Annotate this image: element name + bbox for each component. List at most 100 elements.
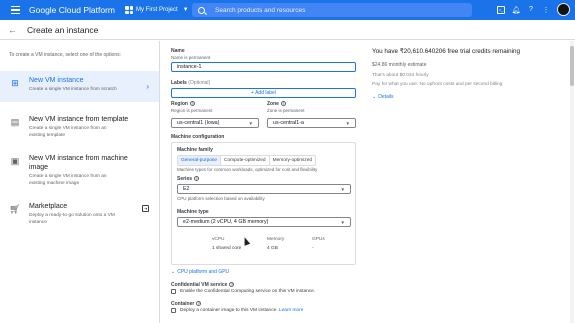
option-desc: Deploy a ready-to-go solution onto a VM … bbox=[29, 213, 115, 225]
expand-icon: ⌄ bbox=[171, 269, 176, 275]
region-select[interactable]: us-central1 (Iowa) ▼ bbox=[171, 118, 259, 128]
family-tabs: General-purpose Compute-optimized Memory… bbox=[177, 155, 317, 166]
confidential-text: Enable the Confidential Computing servic… bbox=[180, 289, 316, 294]
add-label-button[interactable]: + Add label bbox=[171, 88, 356, 98]
project-selector[interactable]: My First Project ▼ bbox=[125, 6, 189, 14]
name-label: Name bbox=[171, 48, 185, 54]
back-arrow-icon[interactable]: ← bbox=[8, 25, 17, 35]
family-desc: Machine types for common workloads, opti… bbox=[177, 167, 318, 172]
zone-sub: Zone is permanent bbox=[267, 108, 305, 113]
top-bar: Google Cloud Platform My First Project ▼… bbox=[0, 0, 575, 20]
cart-icon: 🛒︎ bbox=[9, 203, 21, 214]
template-icon: ▤ bbox=[10, 116, 20, 127]
series-desc: CPU platform selection based on availabi… bbox=[177, 196, 265, 201]
dropdown-arrow-icon: ▼ bbox=[248, 120, 253, 126]
name-value: instance-1 bbox=[177, 64, 202, 70]
instance-form: Name Name is permanent instance-1 Labels… bbox=[161, 41, 361, 323]
cost-summary: You have ₹20,610.640206 free trial credi… bbox=[372, 41, 567, 100]
machine-config-label: Machine configuration bbox=[171, 134, 225, 140]
zone-select[interactable]: us-central1-a ▼ bbox=[267, 118, 356, 128]
brand-title[interactable]: Google Cloud Platform bbox=[29, 5, 115, 15]
confidential-checkbox[interactable] bbox=[171, 289, 176, 294]
help-icon[interactable]: ? bbox=[189, 101, 195, 107]
credit-remaining: You have ₹20,610.640206 free trial credi… bbox=[372, 48, 520, 55]
container-text: Deploy a container image to this VM inst… bbox=[180, 308, 304, 313]
machine-type-select[interactable]: e2-medium (2 vCPU, 4 GB memory) ▼ bbox=[177, 217, 351, 227]
project-name: My First Project bbox=[136, 7, 178, 13]
spec-value-gpus: - bbox=[312, 246, 314, 251]
option-from-machine-image[interactable]: ▣ New VM instance from machine image Cre… bbox=[0, 149, 159, 192]
search-bar[interactable] bbox=[192, 3, 472, 17]
machine-config-box: Machine family General-purpose Compute-o… bbox=[171, 142, 356, 265]
menu-icon[interactable] bbox=[5, 0, 25, 20]
zone-value: us-central1-a bbox=[273, 120, 304, 126]
details-text: Details bbox=[378, 94, 394, 100]
spec-header-memory: Memory bbox=[267, 237, 285, 242]
billing-note: Pay for what you use: No upfront costs a… bbox=[372, 82, 503, 87]
avatar[interactable] bbox=[557, 3, 570, 16]
add-label-text: + Add label bbox=[251, 90, 276, 96]
page-title: Create an instance bbox=[27, 24, 99, 35]
help-icon[interactable]: ? bbox=[194, 176, 200, 182]
container-label: Container? bbox=[171, 301, 202, 307]
machine-type-value: e2-medium (2 vCPU, 4 GB memory) bbox=[183, 219, 269, 225]
dropdown-arrow-icon: ▼ bbox=[340, 219, 345, 225]
name-sub: Name is permanent bbox=[171, 55, 211, 60]
spec-value-memory: 4 GB bbox=[267, 246, 278, 251]
option-from-template[interactable]: ▤ New VM instance from template Create a… bbox=[0, 110, 159, 144]
tab-compute-optimized[interactable]: Compute-optimized bbox=[221, 156, 270, 165]
cpu-platform-text: CPU platform and GPU bbox=[177, 269, 230, 275]
chevron-right-icon: › bbox=[146, 82, 149, 91]
expand-icon: ⌄ bbox=[372, 94, 377, 100]
tab-general-purpose[interactable]: General-purpose bbox=[178, 156, 221, 165]
series-select[interactable]: E2 ▼ bbox=[177, 184, 351, 194]
more-vert-icon[interactable]: ⋮ bbox=[542, 6, 550, 14]
search-icon bbox=[198, 6, 205, 14]
zone-label: Zone? bbox=[267, 101, 286, 107]
series-label: Series? bbox=[177, 176, 200, 182]
spec-value-vcpu: 1 shared core bbox=[212, 246, 242, 251]
confidential-label: Confidential VM service? bbox=[171, 282, 235, 288]
dropdown-arrow-icon: ▼ bbox=[340, 186, 345, 192]
spec-header-gpus: GPUs bbox=[312, 237, 325, 242]
option-desc: Create a single VM instance from an exis… bbox=[29, 126, 107, 138]
search-input[interactable] bbox=[215, 6, 415, 14]
container-checkbox[interactable] bbox=[171, 308, 176, 313]
project-icon bbox=[125, 6, 133, 14]
details-link[interactable]: ⌄ Details bbox=[372, 94, 567, 100]
hourly-estimate: That's about $0.034 hourly bbox=[372, 73, 429, 78]
dropdown-arrow-icon: ▼ bbox=[345, 120, 350, 126]
machine-family-label: Machine family bbox=[177, 147, 213, 153]
scrollbar-thumb[interactable] bbox=[570, 46, 574, 86]
machine-specs: vCPU Memory GPUs 1 shared core 4 GB - bbox=[212, 237, 342, 251]
learn-more-link[interactable]: Learn more bbox=[279, 308, 304, 313]
open-external-icon: ⇥ bbox=[142, 205, 149, 212]
option-desc: Create a single VM instance from an exis… bbox=[29, 174, 107, 186]
cpu-platform-link[interactable]: ⌄ CPU platform and GPU bbox=[171, 269, 229, 275]
caret-down-icon: ▼ bbox=[182, 7, 189, 13]
page-header: ← Create an instance bbox=[0, 20, 575, 40]
labels-label: Labels (Optional) bbox=[171, 80, 211, 86]
help-icon[interactable]: ? bbox=[196, 301, 202, 307]
option-new-vm[interactable]: ⊞ New VM instance Create a single VM ins… bbox=[0, 71, 159, 102]
option-title: New VM instance from template bbox=[29, 116, 129, 123]
option-title: New VM instance bbox=[29, 77, 84, 84]
series-value: E2 bbox=[183, 186, 190, 192]
machine-type-label: Machine type bbox=[177, 209, 209, 215]
help-icon[interactable]: ? bbox=[229, 282, 235, 288]
option-marketplace[interactable]: 🛒︎ Marketplace Deploy a ready-to-go solu… bbox=[0, 197, 159, 231]
labels-optional: (Optional) bbox=[188, 80, 211, 86]
notifications-icon[interactable]: 🔔︎ bbox=[512, 6, 521, 14]
option-title: Marketplace bbox=[29, 203, 68, 210]
tab-memory-optimized[interactable]: Memory-optimized bbox=[270, 156, 315, 165]
region-sub: Region is permanent bbox=[171, 108, 213, 113]
monthly-estimate: $24.86 monthly estimate bbox=[372, 62, 427, 68]
option-title: New VM instance from machine image bbox=[29, 155, 128, 171]
help-icon[interactable]: ? bbox=[280, 101, 286, 107]
add-box-icon: ⊞ bbox=[11, 77, 19, 88]
options-intro: To create a VM instance, select one of t… bbox=[9, 52, 122, 58]
spec-header-vcpu: vCPU bbox=[212, 237, 225, 242]
cloud-shell-icon[interactable]: >_ bbox=[497, 5, 505, 14]
help-icon[interactable]: ? bbox=[527, 6, 535, 14]
name-field[interactable]: instance-1 bbox=[171, 62, 356, 72]
